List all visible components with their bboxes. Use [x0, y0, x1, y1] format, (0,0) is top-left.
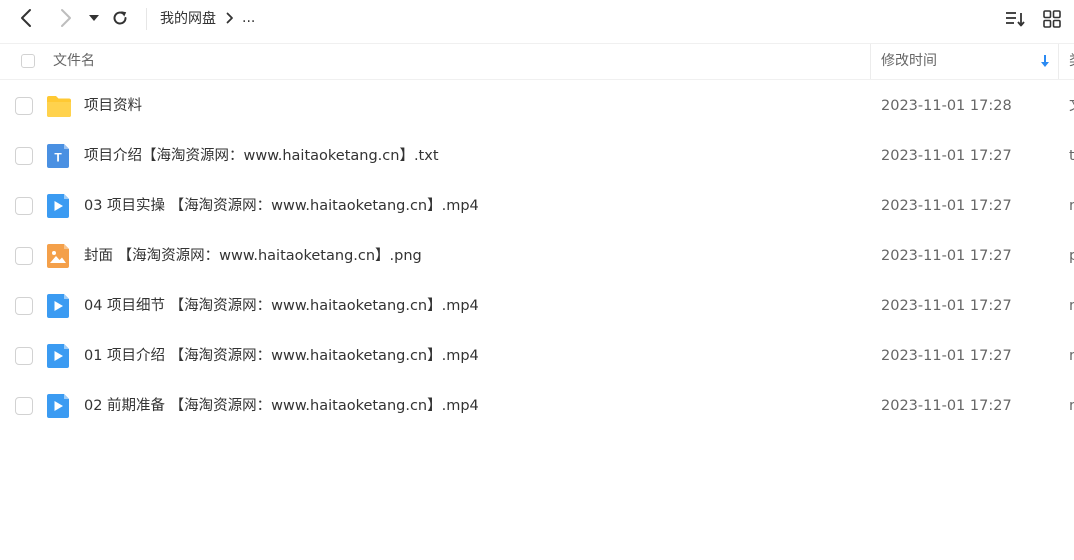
forward-button[interactable] — [54, 6, 78, 30]
file-modified-time: 2023-11-01 17:27 — [881, 248, 1012, 264]
column-resizer[interactable] — [870, 44, 871, 79]
image-file-icon — [46, 244, 72, 268]
column-header-name[interactable]: 文件名 — [53, 44, 95, 79]
row-checkbox[interactable] — [15, 397, 33, 415]
back-button[interactable] — [14, 6, 38, 30]
breadcrumb-more[interactable]: ... — [242, 10, 255, 26]
caret-down-icon — [89, 15, 99, 21]
file-list-header: 文件名 修改时间 类型 — [0, 43, 1074, 80]
file-row[interactable]: 02 前期准备 【海淘资源网：www.haitaoketang.cn】.mp4 … — [0, 381, 1074, 431]
file-name: 04 项目细节 【海淘资源网：www.haitaoketang.cn】.mp4 — [84, 298, 479, 314]
file-manager: 我的网盘 ... 文件名 修改时间 项目资料 2023-11-01 17:28 … — [0, 0, 1074, 560]
file-name: 项目资料 — [84, 98, 142, 114]
text-file-icon: T — [46, 144, 72, 168]
chevron-right-icon — [61, 9, 71, 27]
grid-view-icon — [1043, 10, 1061, 28]
file-type: 文件夹 — [1069, 81, 1074, 131]
row-checkbox[interactable] — [15, 197, 33, 215]
row-checkbox[interactable] — [15, 347, 33, 365]
file-name: 项目介绍【海淘资源网：www.haitaoketang.cn】.txt — [84, 148, 439, 164]
video-file-icon — [46, 394, 72, 418]
select-all-checkbox[interactable] — [21, 54, 35, 68]
file-row[interactable]: 封面 【海淘资源网：www.haitaoketang.cn】.png 2023-… — [0, 231, 1074, 281]
file-type: mp4 — [1069, 281, 1074, 331]
sort-button[interactable] — [1003, 7, 1029, 31]
refresh-button[interactable] — [108, 6, 132, 30]
file-name: 封面 【海淘资源网：www.haitaoketang.cn】.png — [84, 248, 422, 264]
file-modified-time: 2023-11-01 17:28 — [881, 98, 1012, 114]
sort-list-icon — [1006, 12, 1025, 27]
file-type: mp4 — [1069, 381, 1074, 431]
toolbar-divider — [146, 8, 147, 30]
video-file-icon — [46, 344, 72, 368]
file-row[interactable]: 项目资料 2023-11-01 17:28 文件夹 — [0, 81, 1074, 131]
column-header-type[interactable]: 类型 — [1069, 44, 1074, 79]
file-name: 02 前期准备 【海淘资源网：www.haitaoketang.cn】.mp4 — [84, 398, 479, 414]
row-checkbox[interactable] — [15, 297, 33, 315]
folder-icon — [46, 94, 72, 118]
refresh-icon — [113, 11, 127, 25]
column-header-time[interactable]: 修改时间 — [881, 44, 937, 79]
file-row[interactable]: 03 项目实操 【海淘资源网：www.haitaoketang.cn】.mp4 … — [0, 181, 1074, 231]
file-modified-time: 2023-11-01 17:27 — [881, 148, 1012, 164]
row-checkbox[interactable] — [15, 147, 33, 165]
file-modified-time: 2023-11-01 17:27 — [881, 298, 1012, 314]
video-file-icon — [46, 194, 72, 218]
file-type: mp4 — [1069, 181, 1074, 231]
breadcrumb: 我的网盘 ... — [160, 0, 255, 36]
file-modified-time: 2023-11-01 17:27 — [881, 198, 1012, 214]
sort-desc-icon — [1041, 55, 1049, 67]
file-type: txt — [1069, 148, 1074, 164]
chevron-left-icon — [21, 9, 31, 27]
file-row[interactable]: T 项目介绍【海淘资源网：www.haitaoketang.cn】.txt 20… — [0, 131, 1074, 181]
file-row[interactable]: 01 项目介绍 【海淘资源网：www.haitaoketang.cn】.mp4 … — [0, 331, 1074, 381]
svg-text:T: T — [54, 151, 62, 165]
file-modified-time: 2023-11-01 17:27 — [881, 348, 1012, 364]
file-type: mp4 — [1069, 331, 1074, 381]
row-checkbox[interactable] — [15, 97, 33, 115]
file-name: 03 项目实操 【海淘资源网：www.haitaoketang.cn】.mp4 — [84, 198, 479, 214]
toolbar: 我的网盘 ... — [0, 0, 1074, 38]
video-file-icon — [46, 294, 72, 318]
file-list: 项目资料 2023-11-01 17:28 文件夹 T 项目介绍【海淘资源网：w… — [0, 81, 1074, 431]
row-checkbox[interactable] — [15, 247, 33, 265]
chevron-right-icon — [226, 12, 234, 24]
breadcrumb-root[interactable]: 我的网盘 — [160, 8, 216, 28]
file-row[interactable]: 04 项目细节 【海淘资源网：www.haitaoketang.cn】.mp4 … — [0, 281, 1074, 331]
file-modified-time: 2023-11-01 17:27 — [881, 398, 1012, 414]
view-toggle-button[interactable] — [1040, 7, 1064, 31]
column-resizer[interactable] — [1058, 44, 1059, 79]
file-type: png — [1069, 248, 1074, 264]
history-dropdown-button[interactable] — [86, 8, 102, 28]
file-name: 01 项目介绍 【海淘资源网：www.haitaoketang.cn】.mp4 — [84, 348, 479, 364]
